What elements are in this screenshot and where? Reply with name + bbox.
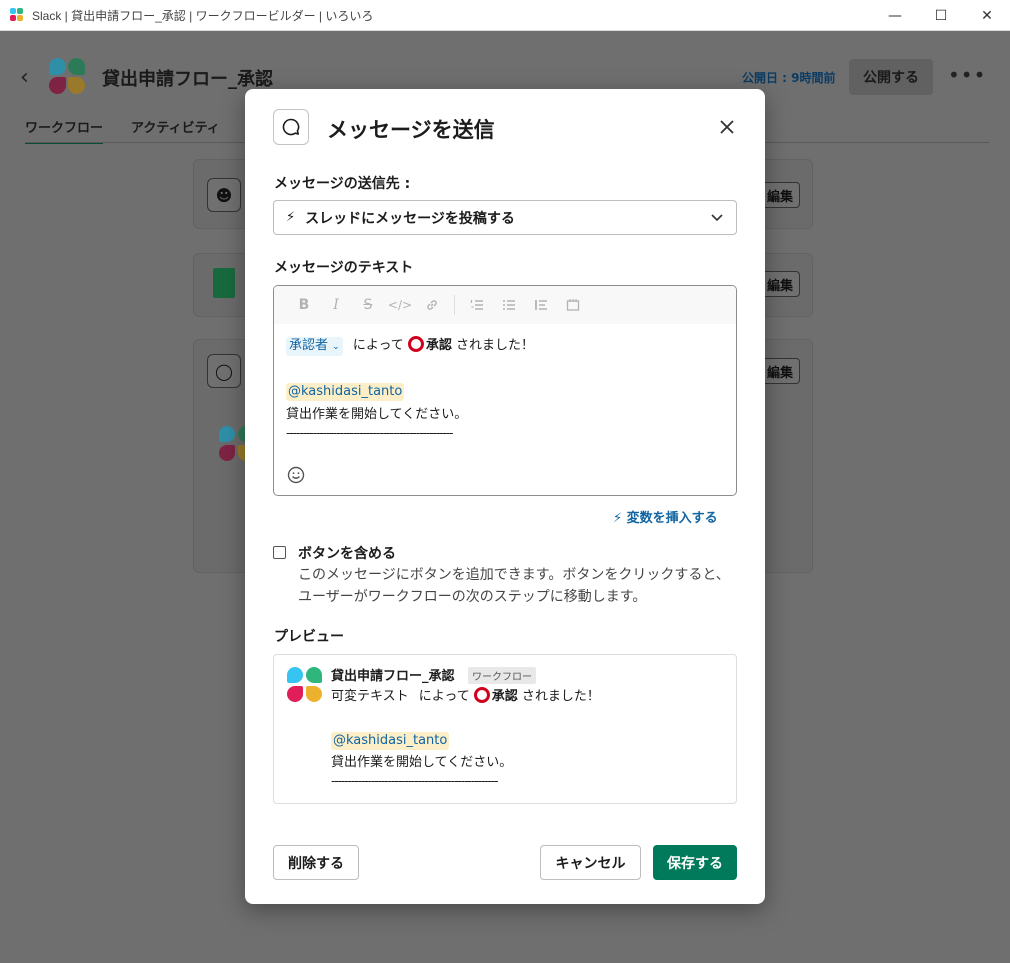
spreadsheet-icon bbox=[213, 268, 235, 298]
destination-label: メッセージの送信先 : bbox=[274, 176, 411, 192]
code-icon[interactable]: </> bbox=[384, 295, 416, 315]
text-line: 貸出作業を開始してください。 bbox=[331, 755, 513, 770]
blockquote-icon[interactable] bbox=[525, 295, 557, 315]
minimize-button[interactable]: — bbox=[872, 0, 918, 31]
mention-chip[interactable]: @kashidasi_tanto bbox=[286, 383, 405, 401]
variable-chip-approver[interactable]: 承認者 ⌄ bbox=[286, 337, 343, 356]
tab-workflow[interactable]: ワークフロー bbox=[25, 117, 104, 144]
separator-line: ----------------------------------------… bbox=[286, 426, 454, 440]
text-fragment: によって bbox=[418, 689, 470, 704]
code-block-icon[interactable] bbox=[557, 295, 589, 315]
workflow-title: 貸出申請フロー_承認 bbox=[102, 69, 273, 90]
insert-variable-link[interactable]: ⚡ 変数を挿入する bbox=[613, 507, 718, 526]
published-date: 公開日 : 9時間前 bbox=[742, 71, 836, 85]
message-text-label: メッセージのテキスト bbox=[274, 260, 414, 276]
speech-bubble-icon: ◯ bbox=[207, 354, 241, 388]
text-fragment: されました！ bbox=[455, 338, 534, 353]
preview-sender-name: 貸出申請フロー_承認 bbox=[331, 669, 455, 684]
include-buttons-label: ボタンを含める bbox=[298, 546, 396, 562]
editor-content[interactable]: 承認者 ⌄ によって 承認 されました！ @kashidasi_tanto 貸出作… bbox=[274, 324, 736, 450]
cancel-button[interactable]: キャンセル bbox=[540, 845, 641, 880]
close-icon[interactable] bbox=[715, 115, 739, 139]
include-buttons-checkbox[interactable] bbox=[273, 546, 286, 559]
message-text-editor[interactable]: B I S </> 承認者 ⌄ によって 承認 されました！ @kashidas… bbox=[273, 285, 737, 496]
window-close-button[interactable]: ✕ bbox=[964, 0, 1010, 31]
modal-title: メッセージを送信 bbox=[327, 118, 495, 142]
link-icon[interactable] bbox=[416, 295, 448, 315]
speech-bubble-icon bbox=[273, 109, 309, 145]
save-button[interactable]: 保存する bbox=[653, 845, 737, 880]
send-message-modal: メッセージを送信 メッセージの送信先 : ⚡ スレッドにメッセージを投稿する メ… bbox=[245, 89, 765, 904]
window-titlebar: Slack | 貸出申請フロー_承認 | ワークフロービルダー | いろいろ —… bbox=[0, 0, 1010, 31]
workflow-logo-icon bbox=[48, 57, 86, 95]
destination-select[interactable]: ⚡ スレッドにメッセージを投稿する bbox=[273, 200, 737, 235]
mention-chip: @kashidasi_tanto bbox=[331, 732, 450, 750]
emoji-icon[interactable] bbox=[287, 466, 305, 488]
red-circle-icon bbox=[407, 336, 424, 352]
red-circle-icon bbox=[473, 687, 490, 703]
chevron-down-icon bbox=[710, 210, 724, 228]
maximize-button[interactable]: ☐ bbox=[918, 0, 964, 31]
message-preview: 貸出申請フロー_承認 ワークフロー 可変テキスト によって 承認 されました！ @… bbox=[273, 654, 737, 804]
emoji-icon: ☻ bbox=[207, 178, 241, 212]
publish-button[interactable]: 公開する bbox=[849, 59, 933, 95]
strikethrough-icon[interactable]: S bbox=[352, 295, 384, 315]
window-title: Slack | 貸出申請フロー_承認 | ワークフロービルダー | いろいろ bbox=[32, 8, 374, 23]
italic-icon[interactable]: I bbox=[320, 295, 352, 315]
bold-icon[interactable]: B bbox=[288, 295, 320, 315]
text-fragment: によって bbox=[352, 338, 404, 353]
back-arrow-icon[interactable]: ‹ bbox=[20, 65, 29, 90]
magic-wand-icon: ⚡ bbox=[613, 511, 623, 526]
include-buttons-help: このメッセージにボタンを追加できます。ボタンをクリックすると、ユーザーがワークフ… bbox=[298, 567, 730, 605]
numbered-list-icon[interactable] bbox=[461, 295, 493, 315]
bold-text: 承認 bbox=[425, 338, 452, 353]
text-line: 貸出作業を開始してください。 bbox=[286, 407, 468, 422]
text-fragment: されました！ bbox=[521, 689, 600, 704]
tab-activity[interactable]: アクティビティ bbox=[131, 117, 220, 144]
magic-wand-icon: ⚡ bbox=[286, 210, 296, 225]
preview-label: プレビュー bbox=[274, 629, 344, 645]
delete-button[interactable]: 削除する bbox=[273, 845, 359, 880]
separator-line: ----------------------------------------… bbox=[331, 774, 499, 788]
workflow-badge: ワークフロー bbox=[468, 667, 536, 684]
preview-body: 可変テキスト によって 承認 されました！ @kashidasi_tanto 貸出… bbox=[331, 686, 600, 788]
workflow-logo-icon bbox=[287, 667, 323, 703]
bulleted-list-icon[interactable] bbox=[493, 295, 525, 315]
destination-value: スレッドにメッセージを投稿する bbox=[305, 210, 515, 227]
bold-text: 承認 bbox=[491, 689, 518, 704]
slack-logo-icon bbox=[10, 8, 24, 22]
more-options-icon[interactable]: ••• bbox=[948, 63, 986, 87]
toolbar-divider bbox=[454, 295, 455, 315]
formatting-toolbar: B I S </> bbox=[274, 286, 736, 324]
text-fragment: 可変テキスト bbox=[331, 689, 409, 704]
